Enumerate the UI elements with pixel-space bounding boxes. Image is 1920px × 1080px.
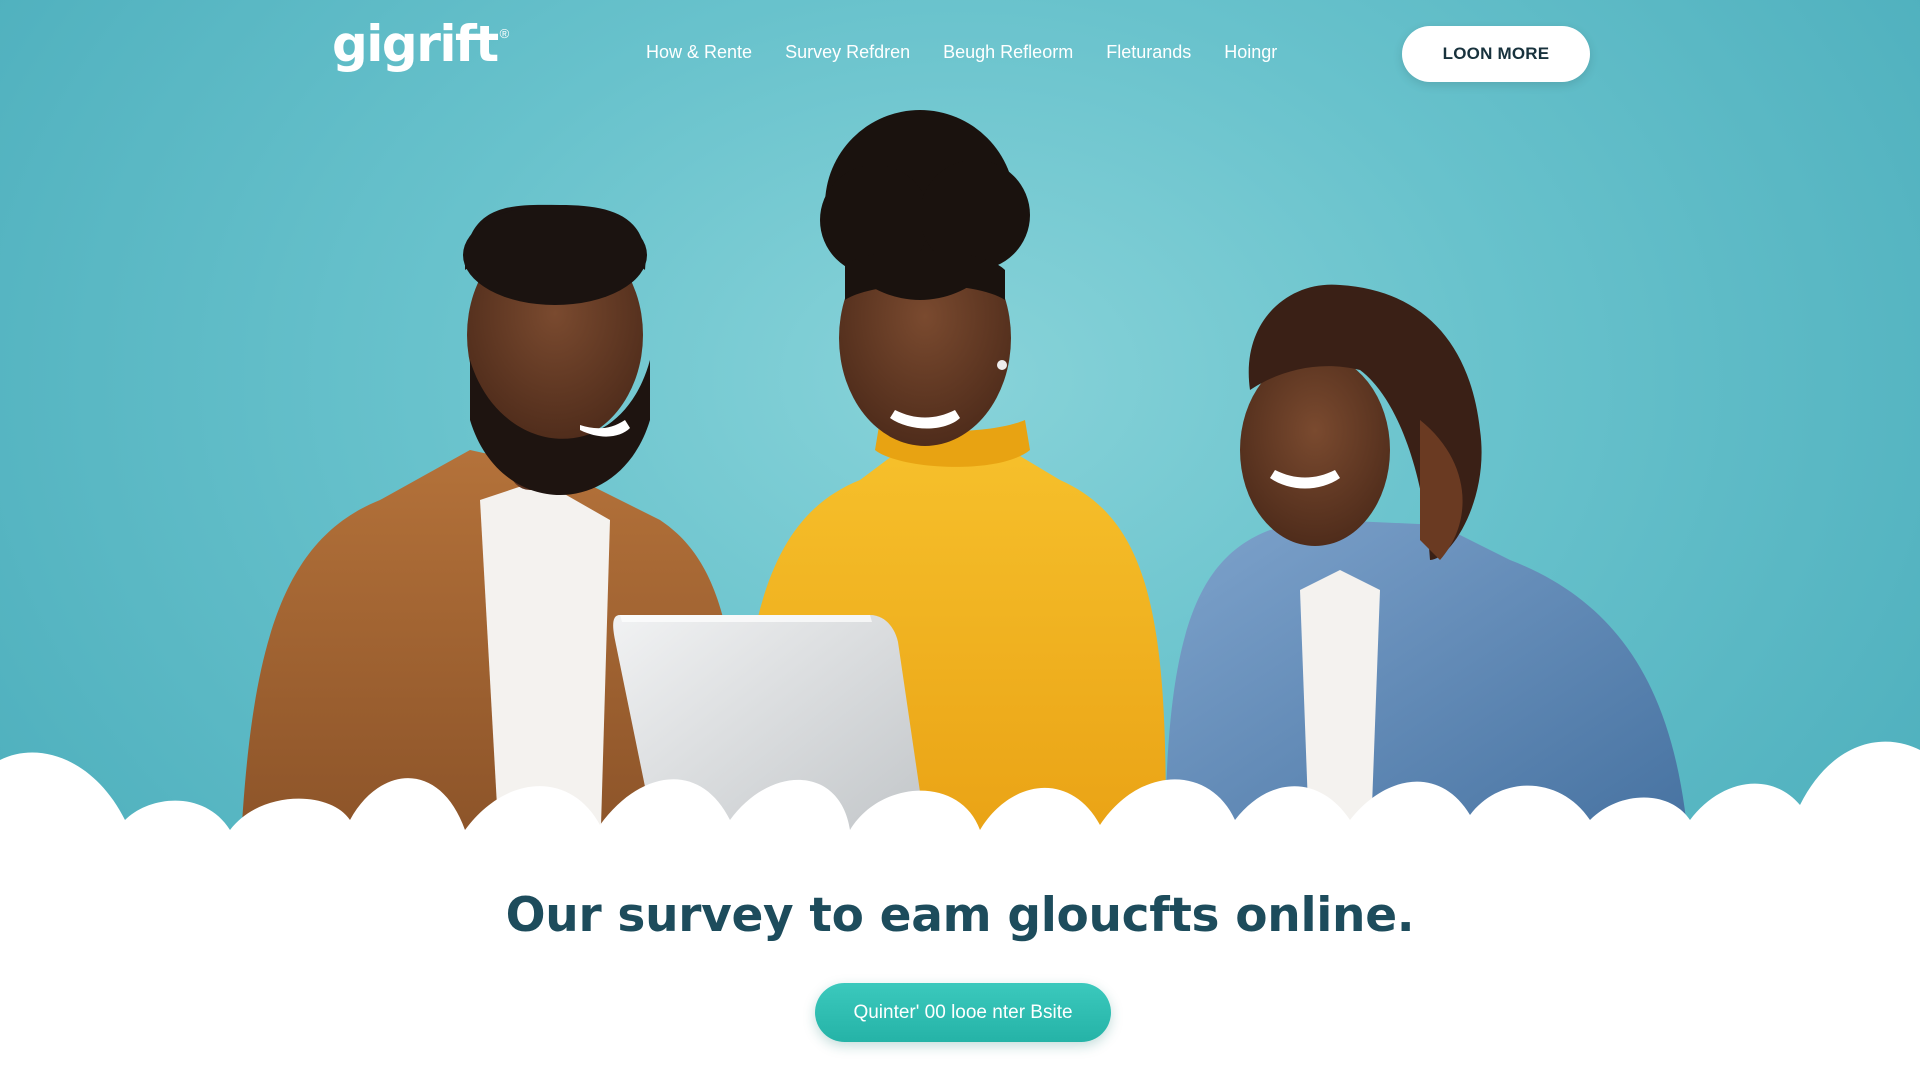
nav-item-hoingr[interactable]: Hoingr [1224, 38, 1277, 66]
brand-name: gigrift [332, 15, 499, 73]
brand-logo[interactable]: gigrift ® [332, 14, 509, 74]
login-button[interactable]: LOON MORE [1402, 26, 1590, 82]
hero-headline: Our survey to eam gloucfts online. [505, 888, 1415, 943]
cta-button[interactable]: Quinter' 00 looe nter Bsite [815, 983, 1111, 1042]
top-navbar: gigrift ® How & Rente Survey Refdren Beu… [0, 0, 1920, 110]
nav-item-survey-refdren[interactable]: Survey Refdren [785, 38, 910, 66]
registered-mark: ® [499, 26, 510, 41]
nav-item-beugh-refleorm[interactable]: Beugh Refleorm [943, 38, 1073, 66]
nav-item-fleturands[interactable]: Fleturands [1106, 38, 1191, 66]
landing-page: gigrift ® How & Rente Survey Refdren Beu… [0, 0, 1920, 1080]
nav-item-how-rente[interactable]: How & Rente [646, 38, 752, 66]
main-nav: How & Rente Survey Refdren Beugh Refleor… [646, 38, 1277, 66]
